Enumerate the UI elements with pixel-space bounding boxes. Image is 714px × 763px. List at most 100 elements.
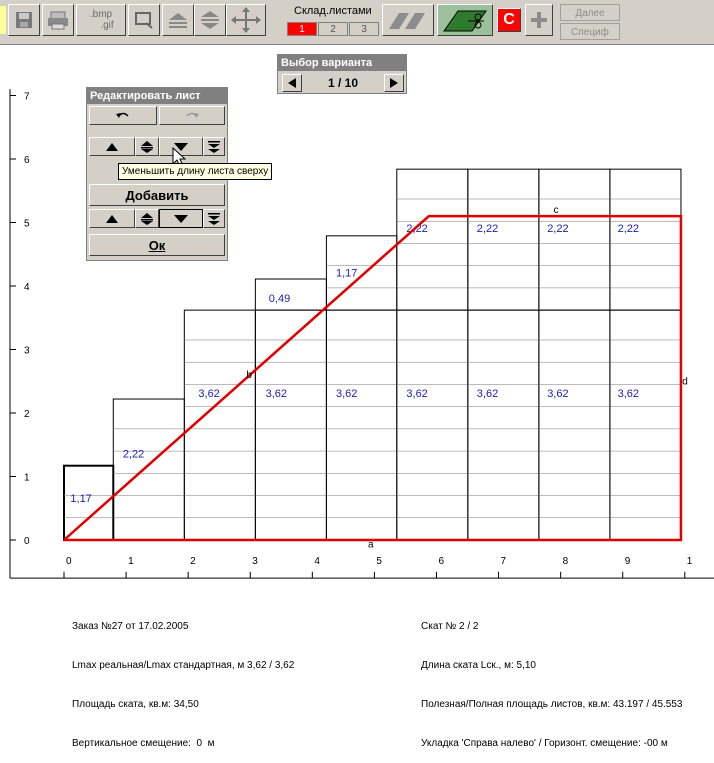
triangle-up-icon [106, 142, 118, 151]
x-tick-label: 7 [501, 556, 507, 567]
sheet-length-label: 3,62 [198, 388, 219, 400]
sheet-length-label: 1,17 [70, 493, 91, 505]
double-up-icon [141, 140, 153, 153]
sheet-rect [254, 309, 327, 541]
floppy-icon [16, 12, 32, 28]
sklad-tab-3[interactable]: 3 [349, 22, 379, 36]
toolbar: .bmp .gif Склад.листами 1 2 3 С Далее Сп… [0, 0, 714, 45]
y-tick-label: 7 [24, 92, 30, 103]
sheet-length-label: 3,62 [477, 388, 498, 400]
zoom-button[interactable] [128, 4, 160, 36]
y-tick-label: 2 [24, 409, 30, 420]
sklad-tab-2[interactable]: 2 [318, 22, 348, 36]
increase-top-step-button[interactable] [135, 137, 159, 156]
increase-bottom-button[interactable] [89, 209, 135, 228]
magnifier-icon [135, 12, 153, 29]
move-arrows-button[interactable] [226, 4, 266, 36]
print-button[interactable] [42, 4, 74, 36]
sheet-length-label: 3,62 [547, 388, 568, 400]
triangle-up-icon [106, 214, 118, 223]
sheet-length-label: 3,62 [618, 388, 639, 400]
sheet-rect [538, 168, 611, 311]
y-tick-label: 3 [24, 346, 30, 357]
increase-bottom-step-button[interactable] [135, 209, 159, 228]
sheet-length-label: 2,22 [547, 223, 568, 235]
x-tick-label: 2 [190, 556, 196, 567]
printer-icon [48, 11, 68, 30]
vertex-label: b [246, 370, 252, 381]
stack-up-icon [169, 13, 187, 28]
redo-icon [186, 112, 199, 118]
decrease-bottom-button[interactable] [159, 209, 203, 228]
move-up-button[interactable] [162, 4, 194, 36]
spec-button[interactable]: Специф [560, 23, 620, 40]
sheet-length-label: 2,22 [618, 223, 639, 235]
double-down-icon [208, 140, 220, 153]
sheet-length-label: 3,62 [266, 388, 287, 400]
double-down-icon [208, 212, 220, 225]
sheet-length-label: 3,62 [406, 388, 427, 400]
bmp-label: .bmp [89, 9, 113, 20]
sheet-rect [254, 278, 327, 311]
sheet-rect [538, 309, 611, 541]
gif-label: .gif [100, 20, 114, 31]
undo-button[interactable] [89, 106, 157, 125]
redo-button[interactable] [159, 106, 225, 125]
sklad-label: Склад.листами [294, 5, 372, 17]
triangle-down-icon [174, 214, 188, 223]
sklad-tab-1[interactable]: 1 [287, 22, 317, 36]
sheet-rect [396, 168, 469, 311]
x-tick-label: 1 [128, 556, 134, 567]
decrease-top-fast-button[interactable] [203, 137, 225, 156]
slope-outline [63, 214, 683, 542]
footer-right-line: Скат № 2 / 2 [421, 621, 479, 632]
next-button[interactable]: Далее [560, 4, 620, 21]
add-button[interactable] [525, 4, 553, 36]
sheets-button[interactable] [382, 4, 434, 36]
cut-sheet-button[interactable] [437, 4, 493, 36]
c-button[interactable]: С [497, 8, 521, 32]
sheet-length-label: 2,22 [477, 223, 498, 235]
move-arrows-icon [231, 7, 261, 33]
sheet-rect [325, 309, 398, 541]
decrease-bottom-fast-button[interactable] [203, 209, 225, 228]
y-tick-label: 1 [24, 473, 30, 484]
add-sheet-button[interactable]: Добавить [89, 184, 225, 206]
stack-down-icon [201, 11, 219, 29]
sheet-rect [609, 168, 682, 311]
footer-right-line: Длина ската Lск., м: 5,10 [421, 660, 536, 671]
vertex-label: c [554, 205, 559, 216]
footer-left-line: Площадь ската, кв.м: 34,50 [72, 699, 199, 710]
scissors-sheet-icon [443, 10, 487, 32]
footer-left: Заказ №27 от 17.02.2005 Lmax реальная/Lm… [72, 594, 294, 763]
footer-right: Скат № 2 / 2 Длина ската Lск., м: 5,10 П… [421, 594, 682, 763]
sheet-rect [112, 398, 185, 541]
sheet-length-label: 0,49 [269, 293, 290, 305]
x-tick-label: 6 [438, 556, 444, 567]
y-tick-label: 4 [24, 282, 30, 293]
sheet-length-label: 1,17 [336, 267, 357, 279]
sheet-rect [467, 309, 540, 541]
sheet-rect [609, 309, 682, 541]
sheet-rect [467, 168, 540, 311]
x-tick-label: 5 [376, 556, 382, 567]
save-button[interactable] [8, 4, 40, 36]
ok-button[interactable]: Ок [89, 234, 225, 256]
export-image-button[interactable]: .bmp .gif [76, 4, 126, 36]
x-tick-label: 4 [314, 556, 320, 567]
footer-right-line: Полезная/Полная площадь листов, кв.м: 43… [421, 699, 683, 710]
toolbar-edge-indicator [0, 6, 6, 34]
increase-top-button[interactable] [89, 137, 135, 156]
footer-left-line: Вертикальное смещение: 0 м [72, 738, 215, 749]
x-tick-label: 8 [563, 556, 569, 567]
x-tick-label: 3 [252, 556, 258, 567]
plus-icon [531, 12, 547, 28]
undo-icon [116, 112, 129, 118]
move-down-button[interactable] [194, 4, 226, 36]
sheet-length-label: 3,62 [336, 388, 357, 400]
footer-left-line: Заказ №27 от 17.02.2005 [72, 621, 189, 632]
x-tick-label: 0 [66, 556, 72, 567]
y-tick-label: 5 [24, 219, 30, 230]
sheets-icon [389, 13, 425, 29]
x-tick-label: 9 [625, 556, 631, 567]
